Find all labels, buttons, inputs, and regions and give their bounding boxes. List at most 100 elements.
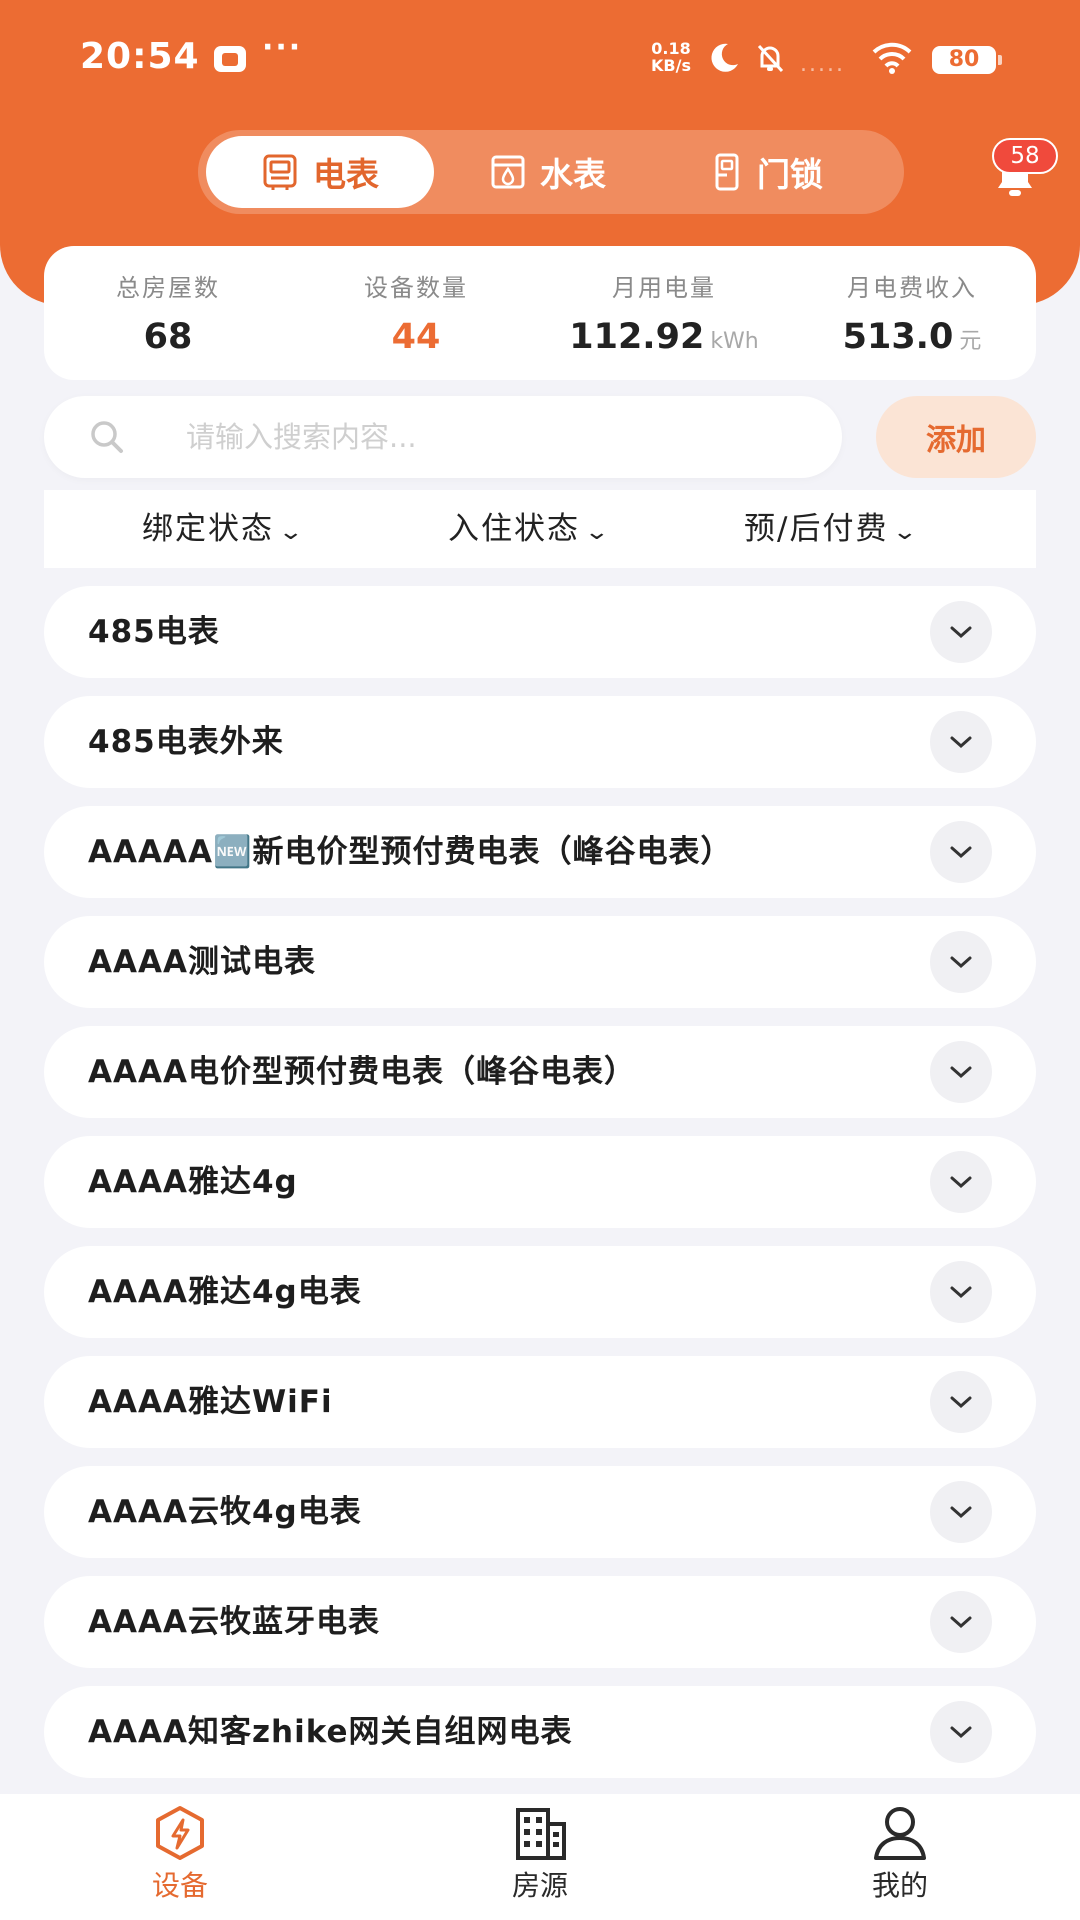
filter-label: 预/后付费 xyxy=(744,511,889,547)
stat-value-row: 513.0 元 xyxy=(788,317,1036,357)
stat-label: 设备数量 xyxy=(364,274,468,302)
nav-label: 房源 xyxy=(511,1869,568,1902)
search-box[interactable] xyxy=(44,396,842,478)
stat-unit: kWh xyxy=(710,329,759,354)
device-type-tabs: 电表 水表 门锁 xyxy=(198,130,904,214)
list-item[interactable]: AAAA云牧蓝牙电表 xyxy=(44,1576,1036,1668)
device-name: AAAA测试电表 xyxy=(88,944,316,980)
nav-label: 设备 xyxy=(151,1869,208,1902)
expand-button[interactable] xyxy=(930,601,992,663)
notification-app-icon xyxy=(214,46,246,72)
expand-button[interactable] xyxy=(930,711,992,773)
device-name: 485电表外来 xyxy=(88,724,284,760)
stat-value: 44 xyxy=(391,317,441,357)
status-bar: 20:54 ··· 0.18 KB/s ..... 80 xyxy=(0,0,1080,120)
chevron-down-icon: ⌄ xyxy=(892,520,921,545)
expand-button[interactable] xyxy=(930,1151,992,1213)
list-item[interactable]: AAAA云牧4g电表 xyxy=(44,1466,1036,1558)
device-name: AAAA雅达4g电表 xyxy=(88,1274,362,1310)
chevron-down-icon xyxy=(950,1506,972,1519)
expand-button[interactable] xyxy=(930,1261,992,1323)
chevron-down-icon xyxy=(950,736,972,749)
device-name: 485电表 xyxy=(88,614,220,650)
water-meter-icon xyxy=(491,155,525,189)
list-item[interactable]: AAAA雅达WiFi xyxy=(44,1356,1036,1448)
mute-bell-icon xyxy=(757,44,784,73)
chevron-down-icon xyxy=(950,1066,972,1079)
device-name: AAAA知客zhike网关自组网电表 xyxy=(88,1714,573,1750)
list-item[interactable]: AAAA电价型预付费电表（峰谷电表） xyxy=(44,1026,1036,1118)
stat-device-count: 设备数量 44 xyxy=(292,268,540,357)
chevron-down-icon xyxy=(950,1286,972,1299)
stat-value: 513.0 xyxy=(842,317,954,357)
list-item[interactable]: AAAA雅达4g xyxy=(44,1136,1036,1228)
bottom-nav: 设备 房源 我的 xyxy=(0,1794,1080,1920)
moon-icon xyxy=(711,43,738,72)
filter-label: 绑定状态 xyxy=(142,511,274,547)
chevron-down-icon xyxy=(950,1176,972,1189)
chevron-down-icon xyxy=(950,1396,972,1409)
add-button[interactable]: 添加 xyxy=(876,396,1036,478)
expand-button[interactable] xyxy=(930,1591,992,1653)
tab-water-meter-label: 水表 xyxy=(540,155,606,194)
signal-dots: ..... xyxy=(800,52,845,77)
device-name: AAAA云牧4g电表 xyxy=(88,1494,362,1530)
stat-total-houses: 总房屋数 68 xyxy=(44,268,292,357)
network-speed: 0.18 KB/s xyxy=(646,40,696,74)
chevron-down-icon xyxy=(950,626,972,639)
stat-value-row: 112.92 kWh xyxy=(540,317,788,357)
door-lock-icon xyxy=(715,153,739,191)
person-icon xyxy=(874,1807,926,1860)
device-name: AAAA雅达4g xyxy=(88,1164,298,1200)
filter-binding-status[interactable]: 绑定状态 ⌄ xyxy=(142,490,304,568)
tab-door-lock-label: 门锁 xyxy=(757,155,823,194)
device-name: AAAAA🆕新电价型预付费电表（峰谷电表） xyxy=(88,834,733,870)
device-name: AAAA云牧蓝牙电表 xyxy=(88,1604,380,1640)
expand-button[interactable] xyxy=(930,821,992,883)
wifi-icon xyxy=(872,42,912,74)
list-item[interactable]: AAAA雅达4g电表 xyxy=(44,1246,1036,1338)
list-item[interactable]: AAAAA🆕新电价型预付费电表（峰谷电表） xyxy=(44,806,1036,898)
filter-checkin-status[interactable]: 入住状态 ⌄ xyxy=(448,490,610,568)
stat-unit: 元 xyxy=(959,329,982,354)
chevron-down-icon: ⌄ xyxy=(277,520,307,545)
tab-door-lock[interactable]: 门锁 xyxy=(668,136,868,208)
expand-button[interactable] xyxy=(930,1481,992,1543)
list-item[interactable]: AAAA测试电表 xyxy=(44,916,1036,1008)
tab-electric-meter-label: 电表 xyxy=(313,155,379,194)
chevron-down-icon: ⌄ xyxy=(583,520,613,545)
status-time: 20:54 xyxy=(80,36,200,77)
list-item[interactable]: AAAA知客zhike网关自组网电表 xyxy=(44,1686,1036,1778)
nav-item-devices[interactable]: 设备 xyxy=(100,1804,260,1904)
expand-button[interactable] xyxy=(930,1041,992,1103)
stats-card: 总房屋数 68 设备数量 44 月用电量 112.92 kWh 月电费收入 513… xyxy=(44,246,1036,380)
stat-monthly-income: 月电费收入 513.0 元 xyxy=(788,268,1036,357)
chevron-down-icon xyxy=(950,1616,972,1629)
device-bolt-icon xyxy=(156,1806,204,1860)
chevron-down-icon xyxy=(950,1726,972,1739)
nav-label: 我的 xyxy=(871,1869,928,1902)
network-speed-unit: KB/s xyxy=(651,56,691,75)
tab-electric-meter[interactable]: 电表 xyxy=(206,136,434,208)
electric-meter-icon xyxy=(263,154,297,190)
expand-button[interactable] xyxy=(930,1701,992,1763)
filter-payment-type[interactable]: 预/后付费 ⌄ xyxy=(744,490,918,568)
search-input[interactable] xyxy=(186,396,806,478)
filter-bar: 绑定状态 ⌄ 入住状态 ⌄ 预/后付费 ⌄ xyxy=(44,490,1036,568)
stat-label: 总房屋数 xyxy=(116,274,220,302)
battery-indicator: 80 xyxy=(932,46,1002,74)
status-more-dots: ··· xyxy=(262,30,303,65)
nav-item-mine[interactable]: 我的 xyxy=(820,1804,980,1904)
expand-button[interactable] xyxy=(930,1371,992,1433)
device-name: AAAA雅达WiFi xyxy=(88,1384,333,1420)
tab-water-meter[interactable]: 水表 xyxy=(448,136,648,208)
list-item[interactable]: 485电表 xyxy=(44,586,1036,678)
network-speed-value: 0.18 xyxy=(651,39,691,58)
chevron-down-icon xyxy=(950,956,972,969)
list-item[interactable]: 485电表外来 xyxy=(44,696,1036,788)
stat-value: 68 xyxy=(143,317,193,357)
stat-label: 月电费收入 xyxy=(847,274,977,302)
nav-item-properties[interactable]: 房源 xyxy=(460,1804,620,1904)
stat-label: 月用电量 xyxy=(612,274,716,302)
expand-button[interactable] xyxy=(930,931,992,993)
